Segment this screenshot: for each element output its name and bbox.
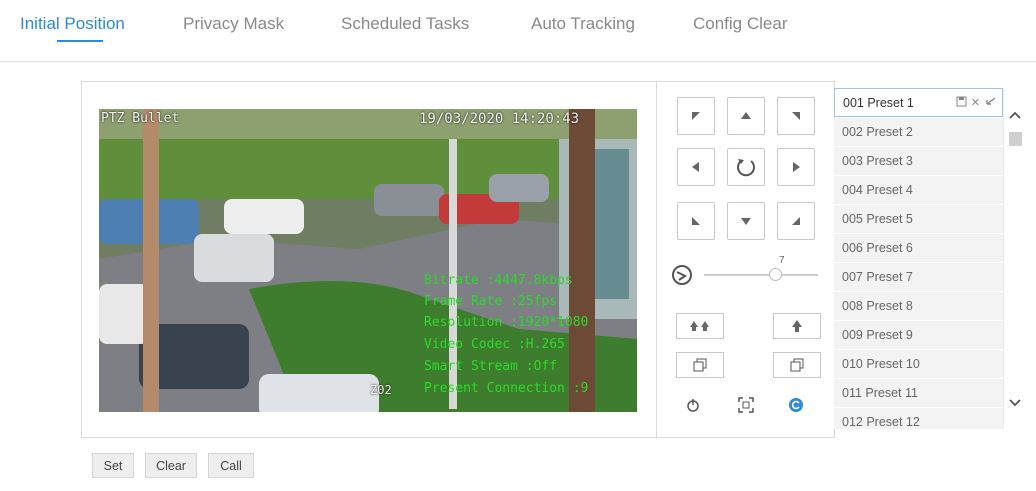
preset-label: 007 Preset 7 [842, 270, 913, 284]
ptz-down-left-button[interactable] [677, 202, 715, 240]
preset-item-9[interactable]: 009 Preset 9 [834, 321, 1003, 350]
arrow-left-icon [692, 162, 699, 172]
preset-label: 011 Preset 11 [842, 386, 918, 400]
preset-item-4[interactable]: 004 Preset 4 [834, 176, 1003, 205]
ptz-down-button[interactable] [727, 202, 765, 240]
ptz-down-right-button[interactable] [777, 202, 815, 240]
refresh-icon [737, 159, 755, 177]
ptz-up-button[interactable] [727, 97, 765, 135]
tab-auto-tracking[interactable]: Auto Tracking [531, 14, 635, 34]
call-button[interactable]: Call [208, 453, 254, 478]
preset-item-2[interactable]: 002 Preset 2 [834, 118, 1003, 147]
preset-list: 001 Preset 1 ✕ 002 Preset 2 003 Preset 3… [834, 88, 1003, 429]
window-restore-icon [693, 358, 707, 372]
zoom-out-button[interactable] [773, 313, 821, 339]
preset-item-7[interactable]: 007 Preset 7 [834, 263, 1003, 292]
preset-item-10[interactable]: 010 Preset 10 [834, 350, 1003, 379]
ptz-up-left-button[interactable] [677, 97, 715, 135]
clear-button[interactable]: Clear [145, 453, 197, 478]
preset-scrollbar[interactable] [1003, 88, 1025, 429]
tab-privacy-mask[interactable]: Privacy Mask [183, 14, 284, 34]
focus-near-button[interactable] [676, 352, 724, 378]
preset-label: 010 Preset 10 [842, 357, 920, 371]
arrow-down-icon [741, 218, 751, 225]
focus-far-button[interactable] [773, 352, 821, 378]
tab-config-clear[interactable]: Config Clear [693, 14, 788, 34]
auto-refresh-icon[interactable] [788, 397, 804, 418]
preset-item-12[interactable]: 012 Preset 12 [834, 408, 1003, 429]
speed-slider-track[interactable] [704, 274, 818, 276]
chevron-up-icon[interactable] [1008, 110, 1022, 120]
zone-label-osd: Z02 [370, 383, 392, 397]
active-tab-indicator [57, 40, 103, 42]
osd-frame-rate: Frame Rate :25fps [424, 294, 558, 309]
preset-label: 008 Preset 8 [842, 299, 913, 313]
arrow-down-right-icon [792, 217, 800, 225]
preset-label: 003 Preset 3 [842, 154, 913, 168]
osd-video-codec: Video Codec :H.265 [424, 337, 565, 352]
osd-smart-stream: Smart Stream :Off [424, 359, 558, 374]
delete-icon[interactable]: ✕ [971, 96, 980, 110]
preset-label: 006 Preset 6 [842, 241, 913, 255]
zoom-out-icon [792, 320, 802, 332]
set-button[interactable]: Set [92, 453, 134, 478]
ptz-auto-scan-button[interactable] [727, 148, 765, 186]
osd-resolution: Resolution :1920*1080 [424, 315, 589, 330]
arrow-right-icon [793, 162, 800, 172]
camera-name-osd: PTZ Bullet [101, 111, 180, 126]
zoom-in-icon [690, 321, 709, 331]
ptz-right-button[interactable] [777, 148, 815, 186]
osd-bitrate: Bitrate :4447.8kbps [424, 273, 573, 288]
ptz-left-button[interactable] [677, 148, 715, 186]
tab-bar: Initial Position Privacy Mask Scheduled … [0, 0, 1036, 62]
chevron-down-icon[interactable] [1008, 398, 1022, 408]
preset-label: 001 Preset 1 [843, 95, 914, 110]
preset-item-5[interactable]: 005 Preset 5 [834, 205, 1003, 234]
fullscreen-icon[interactable] [738, 397, 754, 418]
window-restore-icon [790, 358, 804, 372]
preset-label: 005 Preset 5 [842, 212, 913, 226]
osd-present-connection: Present Connection :9 [424, 381, 589, 396]
preset-label: 009 Preset 9 [842, 328, 913, 342]
preset-item-6[interactable]: 006 Preset 6 [834, 234, 1003, 263]
preset-item-8[interactable]: 008 Preset 8 [834, 292, 1003, 321]
tab-initial-position[interactable]: Initial Position [20, 14, 125, 34]
arrow-up-left-icon [692, 112, 700, 120]
save-icon[interactable] [956, 96, 967, 110]
preset-item-11[interactable]: 011 Preset 11 [834, 379, 1003, 408]
preset-item-3[interactable]: 003 Preset 3 [834, 147, 1003, 176]
live-video-view[interactable]: PTZ Bullet 19/03/2020 14:20:43 Bitrate :… [99, 109, 637, 412]
arrow-down-left-icon [692, 217, 700, 225]
arrow-up-right-icon [792, 112, 800, 120]
preset-label: 004 Preset 4 [842, 183, 913, 197]
call-preset-icon[interactable] [984, 96, 996, 110]
arrow-up-icon [741, 112, 751, 119]
preset-item-1[interactable]: 001 Preset 1 ✕ [834, 88, 1003, 117]
scrollbar-thumb[interactable] [1009, 132, 1022, 146]
speed-value: 7 [779, 255, 785, 266]
preset-label: 012 Preset 12 [842, 415, 920, 429]
preset-reset-icon[interactable] [686, 398, 700, 417]
ptz-up-right-button[interactable] [777, 97, 815, 135]
preset-label: 002 Preset 2 [842, 125, 913, 139]
zoom-in-button[interactable] [676, 313, 724, 339]
speed-slider-thumb[interactable] [768, 268, 782, 281]
tab-scheduled-tasks[interactable]: Scheduled Tasks [341, 14, 469, 34]
speed-icon [670, 263, 694, 287]
timestamp-osd: 19/03/2020 14:20:43 [419, 111, 580, 127]
